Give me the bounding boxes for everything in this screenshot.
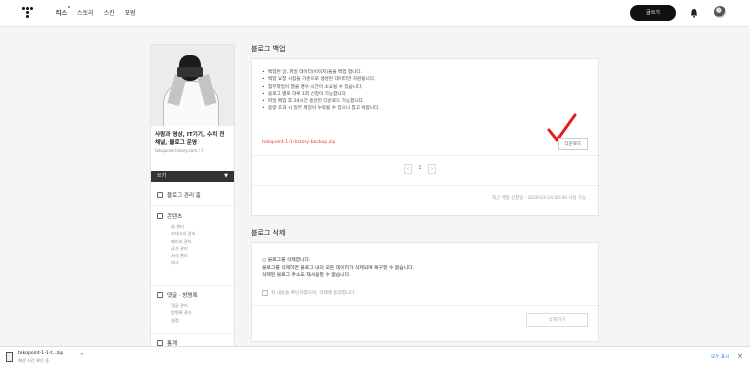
sidebar-item-tags[interactable]: 태그 [157, 259, 195, 266]
blog-url[interactable]: tokopoint.tistory.com / 7 [151, 147, 234, 154]
sidebar-section-comments: 댓글 · 방명록 댓글 관리 방명록 관리 설정 [157, 291, 198, 324]
delete-agree-checkbox[interactable]: 위 내용을 확인하였으며, 삭제에 동의합니다. [262, 290, 356, 296]
delete-info: ○ 블로그를 삭제합니다. 블로그를 삭제하면 블로그 내의 모든 데이터가 삭… [262, 258, 415, 278]
sidebar-item-categories[interactable]: 카테고리 관리 [157, 230, 195, 237]
avatar[interactable] [714, 6, 726, 18]
home-icon [157, 192, 163, 198]
download-button[interactable]: 다운로드 [558, 138, 588, 150]
backup-file-link[interactable]: tokopoint-1-1-tistory-backup.zip [262, 140, 335, 145]
sidebar-item-posts[interactable]: 글 관리 [157, 223, 195, 230]
nav-skin[interactable]: 스킨 [104, 8, 115, 17]
write-button[interactable]: 글쓰기 [630, 5, 676, 21]
prev-page-button[interactable]: ‹ [404, 164, 412, 174]
next-page-button[interactable]: › [428, 164, 436, 174]
sidebar-item-pages[interactable]: 페이지 관리 [157, 238, 195, 245]
chevron-up-icon[interactable]: ^ [80, 353, 84, 359]
browser-download-bar: tokopoint-1-1-t...zip 예상 시간 확인 중 ^ 모두 표시… [0, 346, 750, 367]
top-bar: 티스 스토리 스킨 포럼 글쓰기 [0, 0, 750, 27]
close-icon[interactable]: × [737, 352, 743, 360]
download-status: 예상 시간 확인 중 [18, 358, 49, 363]
download-file-name[interactable]: tokopoint-1-1-t...zip [18, 351, 63, 356]
document-icon [157, 213, 163, 219]
sidebar: 사람과 영상, IT기기, 수치 전 채널, 블로그 운영 tokopoint.… [150, 44, 235, 350]
bell-icon[interactable] [690, 8, 698, 18]
backup-title: 블로그 백업 [251, 45, 286, 53]
sidebar-item-templates[interactable]: 서식 관리 [157, 252, 195, 259]
nav-feed[interactable]: 티스 [56, 6, 71, 17]
nav-forum[interactable]: 포럼 [125, 8, 136, 17]
sidebar-item-comment-settings[interactable]: 설정 [157, 317, 198, 324]
delete-card: ○ 블로그를 삭제합니다. 블로그를 삭제하면 블로그 내의 모든 데이터가 삭… [251, 242, 599, 342]
show-all-downloads-link[interactable]: 모두 표시 [711, 354, 729, 360]
top-nav: 티스 스토리 스킨 포럼 [56, 6, 136, 17]
sidebar-item-comments[interactable]: 댓글 관리 [157, 302, 198, 309]
file-icon [6, 352, 13, 362]
write-menu-label: 쓰기 [157, 173, 167, 179]
nav-story[interactable]: 스토리 [77, 8, 94, 17]
checkbox-icon [262, 290, 268, 296]
sidebar-item-manage-home[interactable]: 블로그 관리 홈 [157, 191, 201, 202]
sidebar-item-notices[interactable]: 공지 관리 [157, 245, 195, 252]
blog-title[interactable]: 사람과 영상, IT기기, 수치 전 채널, 블로그 운영 [151, 126, 234, 147]
chevron-down-icon: ▼ [224, 173, 228, 179]
backup-footnote: 최근 백업 신청일 : 2020-03-24 00:00 사용 가능 [492, 196, 586, 201]
backup-card: 백업된 글, 파일 데이터(이미지)들을 백업 합니다. 백업 요청 시점을 기… [251, 58, 599, 216]
sidebar-section-content: 콘텐츠 글 관리 카테고리 관리 페이지 관리 공지 관리 서식 관리 태그 [157, 212, 195, 267]
delete-blog-button[interactable]: 삭제하기 [526, 313, 588, 327]
sidebar-item-guestbook[interactable]: 방명록 관리 [157, 309, 198, 316]
current-page[interactable]: 1 [415, 164, 425, 174]
write-menu-button[interactable]: 쓰기 ▼ [151, 171, 234, 182]
tistory-logo-icon[interactable] [22, 7, 34, 19]
backup-info-list: 백업된 글, 파일 데이터(이미지)들을 백업 합니다. 백업 요청 시점을 기… [262, 69, 380, 113]
pagination: ‹ 1 › [404, 164, 436, 174]
delete-title: 블로그 삭제 [251, 229, 286, 237]
comment-icon [157, 292, 163, 298]
profile-image [151, 45, 234, 126]
